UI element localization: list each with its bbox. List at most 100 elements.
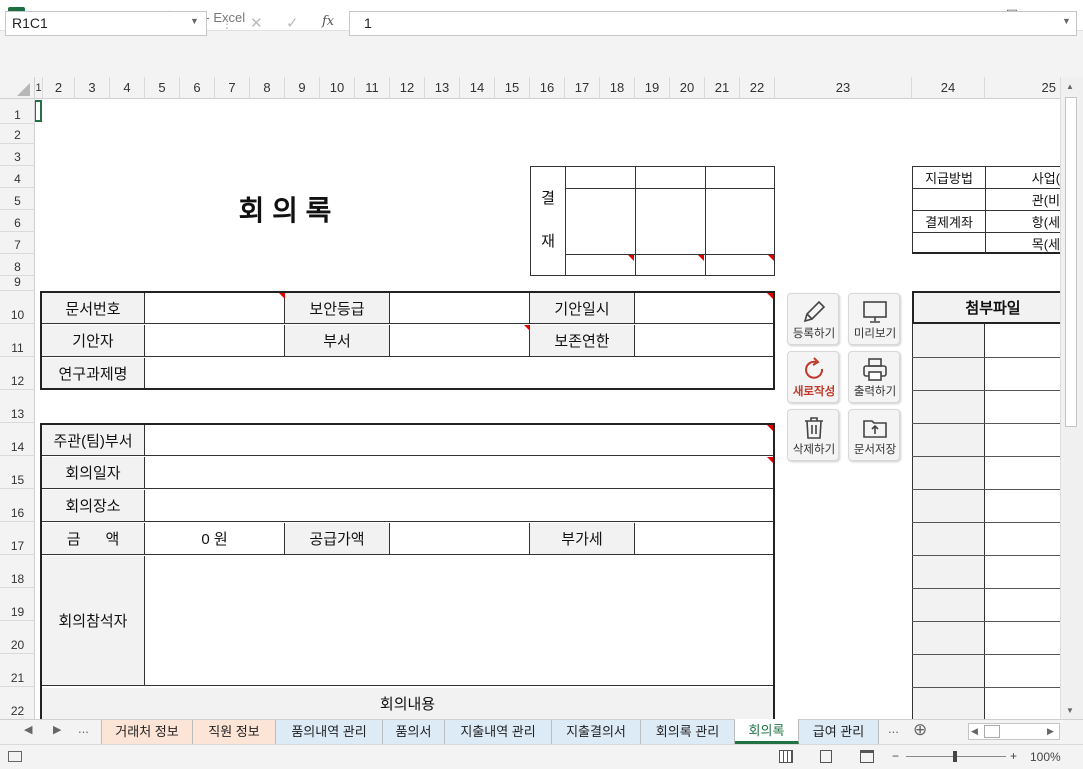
column-header[interactable]: 11	[355, 77, 390, 99]
row-header[interactable]: 12	[0, 357, 35, 390]
zoom-out-button[interactable]: −	[892, 749, 899, 763]
name-box[interactable]: R1C1	[5, 11, 207, 36]
row-header[interactable]: 2	[0, 124, 35, 144]
row-header[interactable]: 1	[0, 99, 35, 124]
column-header[interactable]: 14	[460, 77, 495, 99]
add-sheet-icon[interactable]: ⊕	[913, 720, 927, 740]
row-header[interactable]: 16	[0, 489, 35, 522]
scroll-down-icon[interactable]: ▼	[1066, 706, 1074, 715]
vertical-scroll-thumb[interactable]	[1065, 97, 1077, 427]
cancel-icon[interactable]: ✕	[250, 14, 263, 32]
tab-scroll-right-icon[interactable]: ▶	[53, 723, 61, 736]
host-department-cell[interactable]	[145, 425, 773, 456]
row-header[interactable]: 14	[0, 423, 35, 456]
column-header[interactable]: 3	[75, 77, 110, 99]
vat-cell[interactable]	[635, 523, 773, 555]
enter-check-icon[interactable]: ✓	[286, 14, 299, 32]
column-header[interactable]: 19	[635, 77, 670, 99]
project-name-cell[interactable]	[145, 358, 773, 388]
column-header[interactable]: 22	[740, 77, 775, 99]
tab-proposal-history[interactable]: 품의내역 관리	[276, 720, 383, 744]
row-header[interactable]: 15	[0, 456, 35, 489]
worksheet-grid[interactable]: 회 의 록 결 재 문서번호 보안등급 기안일시 기안자 부서 보존연한 연구과…	[35, 99, 1060, 719]
register-button[interactable]: 등록하기	[787, 293, 839, 345]
column-header[interactable]: 24	[912, 77, 985, 99]
column-header[interactable]: 23	[775, 77, 912, 99]
new-button[interactable]: 새로작성	[787, 351, 839, 403]
page-break-view-icon[interactable]	[860, 750, 874, 763]
security-level-cell[interactable]	[390, 293, 530, 324]
draft-date-cell[interactable]	[635, 293, 773, 324]
column-header[interactable]: 6	[180, 77, 215, 99]
tab-minutes[interactable]: 회의록	[735, 719, 799, 744]
tab-more-right[interactable]: ...	[888, 721, 899, 736]
tab-employees[interactable]: 직원 정보	[193, 720, 276, 744]
row-header[interactable]: 13	[0, 390, 35, 423]
scroll-right-icon[interactable]: ▶	[1047, 726, 1054, 737]
attendees-cell[interactable]	[145, 556, 773, 686]
zoom-slider-thumb[interactable]	[953, 751, 957, 762]
tab-scroll-left-icon[interactable]: ◀	[24, 723, 32, 736]
column-header[interactable]: 4	[110, 77, 145, 99]
column-header[interactable]: 17	[565, 77, 600, 99]
name-box-dropdown-icon[interactable]: ▼	[190, 16, 199, 26]
row-header[interactable]: 18	[0, 555, 35, 588]
department-cell[interactable]	[390, 325, 530, 357]
tab-expense-history[interactable]: 지출내역 관리	[445, 720, 552, 744]
column-header[interactable]: 13	[425, 77, 460, 99]
row-header[interactable]: 8	[0, 254, 35, 276]
row-header[interactable]: 3	[0, 144, 35, 166]
supply-amount-cell[interactable]	[390, 523, 530, 555]
row-header[interactable]: 11	[0, 324, 35, 357]
row-header[interactable]: 17	[0, 522, 35, 555]
column-header[interactable]: 1	[35, 77, 43, 99]
column-header[interactable]: 15	[495, 77, 530, 99]
doc-number-cell[interactable]	[145, 293, 285, 324]
column-header[interactable]: 25	[985, 77, 1060, 99]
meeting-place-cell[interactable]	[145, 490, 773, 522]
scroll-left-icon[interactable]: ◀	[971, 726, 978, 737]
zoom-in-button[interactable]: +	[1010, 749, 1017, 763]
row-header[interactable]: 20	[0, 621, 35, 654]
column-header[interactable]: 8	[250, 77, 285, 99]
scroll-up-icon[interactable]: ▲	[1066, 82, 1074, 91]
macro-record-icon[interactable]	[8, 751, 22, 762]
print-button[interactable]: 출력하기	[848, 351, 900, 403]
column-header[interactable]: 20	[670, 77, 705, 99]
row-header[interactable]: 7	[0, 232, 35, 254]
column-header[interactable]: 9	[285, 77, 320, 99]
formula-input[interactable]: 1	[349, 11, 1077, 36]
tab-expense-resolution[interactable]: 지출결의서	[552, 720, 641, 744]
expand-formula-bar-icon[interactable]: ▼	[1062, 16, 1071, 26]
normal-view-icon[interactable]	[779, 750, 793, 763]
row-header[interactable]: 6	[0, 210, 35, 232]
tab-clients[interactable]: 거래처 정보	[101, 720, 193, 744]
column-header[interactable]: 21	[705, 77, 740, 99]
insert-function-button[interactable]: fx	[322, 14, 334, 29]
row-header[interactable]: 22	[0, 687, 35, 719]
tab-more-left[interactable]: ...	[78, 721, 89, 736]
drafter-cell[interactable]	[145, 325, 285, 357]
row-header[interactable]: 10	[0, 291, 35, 324]
page-layout-view-icon[interactable]	[820, 750, 832, 763]
row-header[interactable]: 9	[0, 275, 35, 291]
amount-value[interactable]: 0 원	[145, 523, 285, 555]
row-header[interactable]: 21	[0, 654, 35, 687]
column-header[interactable]: 18	[600, 77, 635, 99]
column-header[interactable]: 7	[215, 77, 250, 99]
tab-proposal[interactable]: 품의서	[383, 720, 445, 744]
column-header[interactable]: 5	[145, 77, 180, 99]
row-header[interactable]: 4	[0, 166, 35, 188]
horizontal-scroll-thumb[interactable]	[984, 725, 1000, 738]
retention-cell[interactable]	[635, 325, 773, 357]
column-header[interactable]: 2	[43, 77, 75, 99]
tab-minutes-management[interactable]: 회의록 관리	[641, 720, 735, 744]
save-button[interactable]: 문서저장	[848, 409, 900, 461]
zoom-level[interactable]: 100%	[1030, 750, 1061, 764]
delete-button[interactable]: 삭제하기	[787, 409, 839, 461]
preview-button[interactable]: 미리보기	[848, 293, 900, 345]
column-header[interactable]: 12	[390, 77, 425, 99]
column-header[interactable]: 10	[320, 77, 355, 99]
column-header[interactable]: 16	[530, 77, 565, 99]
active-cell-indicator[interactable]	[35, 100, 42, 122]
